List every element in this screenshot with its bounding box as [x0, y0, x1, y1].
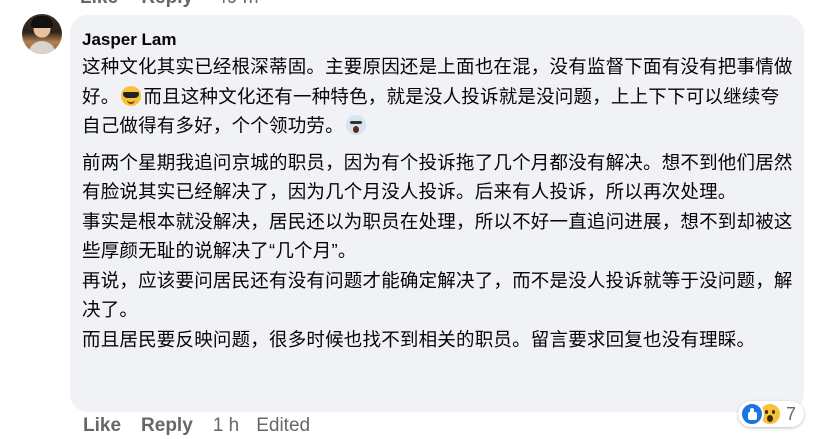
previous-timestamp[interactable]: 49 m — [216, 0, 258, 8]
comment-paragraph-3: 事实是根本就没解决，居民还以为职员在处理，所以不好一直追问进展，想不到却被这些厚… — [82, 210, 793, 262]
comment-paragraph-1: 这种文化其实已经根深蒂固。主要原因还是上面也在混，没有监督下面有没有把事情做好。… — [82, 52, 794, 141]
comment-timestamp[interactable]: 1 h — [213, 415, 239, 437]
sunglasses-face-icon — [121, 85, 142, 106]
comment-paragraph-5: 而且居民要反映问题，很多时候也找不到相关的职员。留言要求回复也没有理睬。 — [82, 328, 756, 350]
comment-text-1b: 而且这种文化还有一种特色，就是没人投诉就是没问题，上上下下可以继续夸自己做得有多… — [82, 85, 780, 137]
edited-label[interactable]: Edited — [256, 415, 310, 437]
comment-paragraph-2: 前两个星期我追问京城的职员，因为有个投诉拖了几个月都没有解决。想不到他们居然有脸… — [82, 151, 793, 203]
like-reaction-icon — [740, 402, 764, 426]
comment-actions: Like Reply 1 h Edited — [83, 415, 327, 437]
reply-button[interactable]: Reply — [141, 415, 193, 437]
screaming-face-icon — [345, 115, 366, 135]
like-button[interactable]: Like — [83, 415, 121, 437]
comment-paragraph-4: 再说，应该要问居民还有没有问题才能确定解决了，而不是没人投诉就等于没问题，解决了… — [82, 269, 793, 321]
comment-bubble: Jasper Lam 这种文化其实已经根深蒂固。主要原因还是上面也在混，没有监督… — [70, 15, 804, 412]
reaction-count: 7 — [786, 403, 797, 424]
previous-like-button[interactable]: Like — [80, 0, 118, 8]
previous-reply-button[interactable]: Reply — [141, 0, 193, 8]
reaction-summary[interactable]: 7 — [738, 401, 805, 427]
avatar[interactable] — [22, 14, 62, 54]
previous-comment-actions: Like Reply 49 m — [80, 0, 277, 9]
comment-author[interactable]: Jasper Lam — [82, 29, 804, 50]
